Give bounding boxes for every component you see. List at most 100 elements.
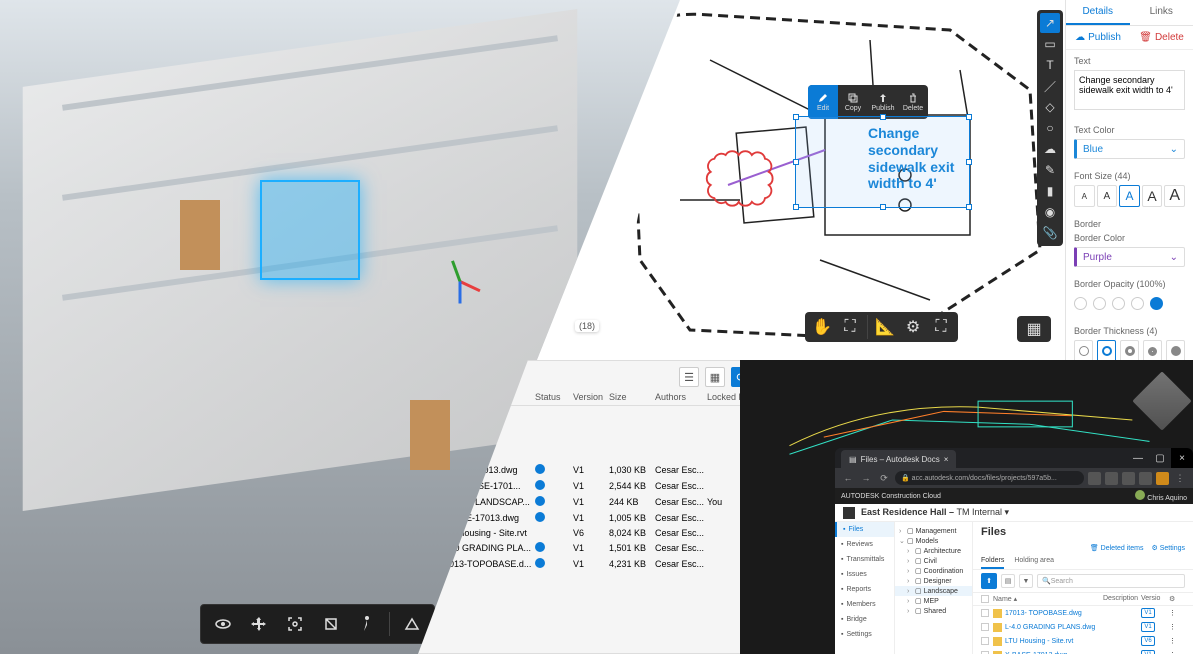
deleted-items-link[interactable]: 🗑 Deleted items	[1090, 544, 1144, 552]
tree-item[interactable]: ›▢Architecture	[895, 546, 972, 556]
fullscreen-icon[interactable]: ⛶	[928, 314, 954, 340]
settings-link[interactable]: ⚙ Settings	[1151, 544, 1185, 552]
tree-item[interactable]: ›▢Civil	[895, 556, 972, 566]
table-row-file[interactable]: L-4.0 GRADING PLA... V1 1,501 KB Cesar E…	[419, 540, 757, 556]
file-row[interactable]: LTU Housing - Site.rvt V6 ⋮	[973, 634, 1193, 648]
menu-icon[interactable]: ⋮	[1173, 471, 1187, 485]
opacity-75[interactable]	[1131, 297, 1144, 310]
view-grid-icon[interactable]: ▦	[705, 367, 725, 387]
chevron-icon[interactable]: ›	[907, 608, 913, 615]
rail-item-transmittals[interactable]: ▪Transmittals	[835, 552, 894, 567]
border-color-select[interactable]: Purple⌄	[1074, 247, 1185, 267]
table-row-file[interactable]: 17013-TOPOBASE.d... V1 4,231 KB Cesar Es…	[419, 556, 757, 572]
delete-button[interactable]: 🗑Delete	[1139, 32, 1184, 43]
markup-selection-box[interactable]: Change secondary sidewalk exit width to …	[795, 116, 970, 208]
delete-button[interactable]: Delete	[898, 85, 928, 119]
gizmo-z-axis[interactable]	[459, 282, 462, 304]
font-xl-button[interactable]: A	[1164, 185, 1185, 207]
highlight-tool-icon[interactable]: ▮	[1040, 181, 1060, 201]
row-checkbox[interactable]	[981, 623, 989, 631]
col-settings-icon[interactable]: ⚙	[1169, 595, 1185, 603]
font-sm-button[interactable]: A	[1097, 185, 1118, 207]
stamp-tool-icon[interactable]: ◉	[1040, 202, 1060, 222]
resize-handle[interactable]	[793, 204, 799, 210]
tab-holding[interactable]: Holding area	[1014, 554, 1054, 569]
col-name[interactable]: Name ▴	[993, 595, 1103, 603]
tree-item[interactable]: ⌄▢Models	[895, 536, 972, 546]
browser-tab[interactable]: ▤ Files – Autodesk Docs ×	[841, 450, 956, 468]
resize-handle[interactable]	[793, 159, 799, 165]
forward-icon[interactable]: →	[859, 471, 873, 485]
resize-handle[interactable]	[793, 114, 799, 120]
cloud-tool-icon[interactable]: ☁	[1040, 139, 1060, 159]
url-input[interactable]: 🔒 acc.autodesk.com/docs/files/projects/5…	[895, 471, 1084, 485]
row-menu-icon[interactable]: ⋮	[1169, 637, 1185, 645]
tab-folders[interactable]: Folders	[981, 554, 1004, 569]
reload-icon[interactable]: ⟳	[877, 471, 891, 485]
revision-cloud-markup[interactable]	[705, 140, 780, 215]
pen-tool-icon[interactable]: ✎	[1040, 160, 1060, 180]
rail-item-files[interactable]: ▪Files	[835, 522, 894, 537]
publish-button[interactable]: ☁Publish	[1075, 32, 1121, 43]
gizmo-x-axis[interactable]	[459, 280, 480, 292]
back-icon[interactable]: ←	[841, 471, 855, 485]
section-icon[interactable]	[315, 608, 347, 640]
row-checkbox[interactable]	[981, 637, 989, 645]
rail-item-issues[interactable]: ▪Issues	[835, 567, 894, 582]
edit-button[interactable]: Edit	[808, 85, 838, 119]
chevron-icon[interactable]: ›	[907, 548, 913, 555]
extension-icon[interactable]	[1105, 472, 1118, 485]
markup-text-input[interactable]: Change secondary sidewalk exit width to …	[1074, 70, 1185, 110]
thickness-3[interactable]	[1120, 340, 1139, 362]
opacity-0[interactable]	[1074, 297, 1087, 310]
thickness-1[interactable]	[1074, 340, 1093, 362]
chevron-icon[interactable]: ›	[907, 568, 913, 575]
gizmo-y-axis[interactable]	[451, 260, 461, 282]
opacity-100[interactable]	[1150, 297, 1163, 310]
rail-item-members[interactable]: ▪Members	[835, 597, 894, 612]
thickness-4[interactable]	[1143, 340, 1162, 362]
rail-item-bridge[interactable]: ▪Bridge	[835, 612, 894, 627]
opacity-25[interactable]	[1093, 297, 1106, 310]
fit-icon[interactable]	[279, 608, 311, 640]
arrow-tool-icon[interactable]: ↗	[1040, 13, 1060, 33]
text-color-select[interactable]: Blue⌄	[1074, 139, 1185, 159]
attach-tool-icon[interactable]: 📎	[1040, 223, 1060, 243]
chevron-icon[interactable]: ⌄	[899, 537, 905, 545]
extension-icon[interactable]	[1088, 472, 1101, 485]
minimize-icon[interactable]: —	[1127, 448, 1149, 468]
rail-item-settings[interactable]: ▪Settings	[835, 627, 894, 642]
chevron-icon[interactable]: ›	[907, 588, 913, 595]
col-version[interactable]: Versio	[1141, 595, 1169, 603]
firstperson-icon[interactable]	[396, 608, 428, 640]
chevron-icon[interactable]: ›	[899, 528, 905, 535]
zoom-window-icon[interactable]: ⛶	[837, 314, 863, 340]
chevron-icon[interactable]: ›	[907, 598, 913, 605]
select-all-checkbox[interactable]	[981, 595, 989, 603]
walk-icon[interactable]	[351, 608, 383, 640]
select-tool-icon[interactable]: ▭	[1040, 34, 1060, 54]
transform-gizmo[interactable]	[440, 260, 480, 300]
extension-icon[interactable]	[1139, 472, 1152, 485]
version-badge[interactable]: V6	[1141, 636, 1155, 646]
project-breadcrumb[interactable]: East Residence Hall – TM Internal ▾	[835, 504, 1193, 522]
copy-button[interactable]: Copy	[838, 85, 868, 119]
chevron-icon[interactable]: ›	[907, 558, 913, 565]
tree-item[interactable]: ›▢Coordination	[895, 566, 972, 576]
tab-links[interactable]: Links	[1130, 0, 1193, 25]
row-menu-icon[interactable]: ⋮	[1169, 609, 1185, 617]
chevron-icon[interactable]: ›	[907, 578, 913, 585]
thickness-5[interactable]	[1166, 340, 1185, 362]
orbit-icon[interactable]	[207, 608, 239, 640]
filter-icon[interactable]: ▼	[1019, 574, 1033, 588]
selected-room-highlight[interactable]	[260, 180, 360, 280]
line-tool-icon[interactable]: ／	[1040, 76, 1060, 96]
search-input[interactable]: 🔍 Search	[1037, 574, 1185, 588]
extension-icon[interactable]	[1122, 472, 1135, 485]
pan-icon[interactable]	[243, 608, 275, 640]
font-lg-button[interactable]: A	[1142, 185, 1163, 207]
col-status[interactable]: Status	[535, 392, 573, 402]
view-list-icon[interactable]: ☰	[679, 367, 699, 387]
hand-icon[interactable]: ✋	[809, 314, 835, 340]
text-tool-icon[interactable]: T	[1040, 55, 1060, 75]
